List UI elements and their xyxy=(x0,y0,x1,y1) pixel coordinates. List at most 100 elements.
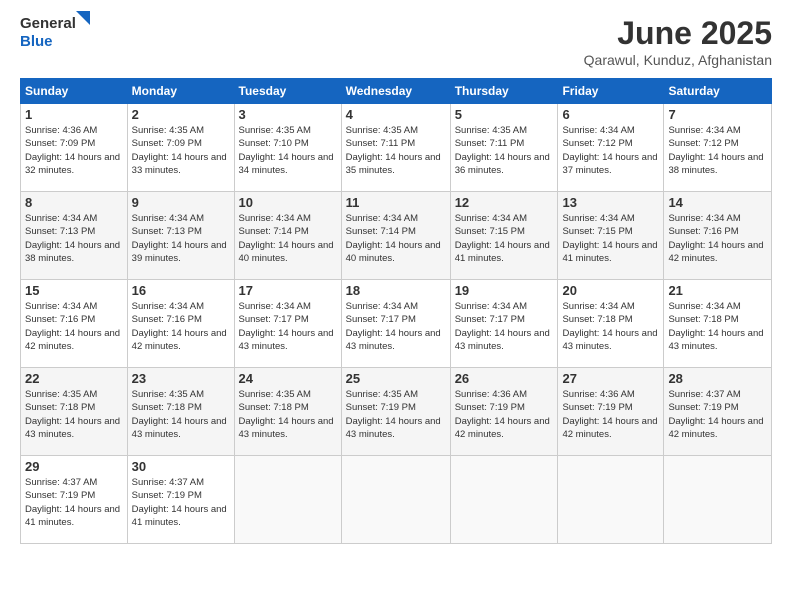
calendar-week-row: 22 Sunrise: 4:35 AM Sunset: 7:18 PM Dayl… xyxy=(21,368,772,456)
day-number: 28 xyxy=(668,371,767,386)
day-number: 24 xyxy=(239,371,337,386)
calendar-week-row: 8 Sunrise: 4:34 AM Sunset: 7:13 PM Dayli… xyxy=(21,192,772,280)
day-info: Sunrise: 4:34 AM Sunset: 7:17 PM Dayligh… xyxy=(239,300,337,353)
day-number: 4 xyxy=(346,107,446,122)
day-info: Sunrise: 4:37 AM Sunset: 7:19 PM Dayligh… xyxy=(25,476,123,529)
calendar-cell: 20 Sunrise: 4:34 AM Sunset: 7:18 PM Dayl… xyxy=(558,280,664,368)
calendar-cell: 23 Sunrise: 4:35 AM Sunset: 7:18 PM Dayl… xyxy=(127,368,234,456)
day-info: Sunrise: 4:34 AM Sunset: 7:18 PM Dayligh… xyxy=(668,300,767,353)
calendar-cell: 15 Sunrise: 4:34 AM Sunset: 7:16 PM Dayl… xyxy=(21,280,128,368)
calendar-cell: 24 Sunrise: 4:35 AM Sunset: 7:18 PM Dayl… xyxy=(234,368,341,456)
day-number: 19 xyxy=(455,283,554,298)
col-thursday: Thursday xyxy=(450,79,558,104)
calendar-cell: 21 Sunrise: 4:34 AM Sunset: 7:18 PM Dayl… xyxy=(664,280,772,368)
calendar-cell: 10 Sunrise: 4:34 AM Sunset: 7:14 PM Dayl… xyxy=(234,192,341,280)
day-number: 10 xyxy=(239,195,337,210)
calendar-cell: 11 Sunrise: 4:34 AM Sunset: 7:14 PM Dayl… xyxy=(341,192,450,280)
calendar-week-row: 29 Sunrise: 4:37 AM Sunset: 7:19 PM Dayl… xyxy=(21,456,772,544)
location: Qarawul, Kunduz, Afghanistan xyxy=(584,52,772,68)
day-info: Sunrise: 4:34 AM Sunset: 7:17 PM Dayligh… xyxy=(455,300,554,353)
day-info: Sunrise: 4:36 AM Sunset: 7:09 PM Dayligh… xyxy=(25,124,123,177)
month-title: June 2025 xyxy=(584,15,772,52)
day-number: 29 xyxy=(25,459,123,474)
logo: General Blue xyxy=(20,15,76,51)
calendar-cell: 3 Sunrise: 4:35 AM Sunset: 7:10 PM Dayli… xyxy=(234,104,341,192)
day-number: 2 xyxy=(132,107,230,122)
day-info: Sunrise: 4:36 AM Sunset: 7:19 PM Dayligh… xyxy=(562,388,659,441)
title-section: June 2025 Qarawul, Kunduz, Afghanistan xyxy=(584,15,772,68)
calendar-cell xyxy=(341,456,450,544)
day-number: 30 xyxy=(132,459,230,474)
calendar-cell xyxy=(558,456,664,544)
day-number: 17 xyxy=(239,283,337,298)
day-number: 27 xyxy=(562,371,659,386)
calendar-cell: 7 Sunrise: 4:34 AM Sunset: 7:12 PM Dayli… xyxy=(664,104,772,192)
calendar: Sunday Monday Tuesday Wednesday Thursday… xyxy=(20,78,772,544)
calendar-cell: 18 Sunrise: 4:34 AM Sunset: 7:17 PM Dayl… xyxy=(341,280,450,368)
col-saturday: Saturday xyxy=(664,79,772,104)
logo-triangle xyxy=(76,11,90,25)
day-info: Sunrise: 4:34 AM Sunset: 7:14 PM Dayligh… xyxy=(346,212,446,265)
day-info: Sunrise: 4:35 AM Sunset: 7:19 PM Dayligh… xyxy=(346,388,446,441)
calendar-cell: 9 Sunrise: 4:34 AM Sunset: 7:13 PM Dayli… xyxy=(127,192,234,280)
day-info: Sunrise: 4:37 AM Sunset: 7:19 PM Dayligh… xyxy=(668,388,767,441)
day-info: Sunrise: 4:35 AM Sunset: 7:11 PM Dayligh… xyxy=(346,124,446,177)
calendar-header-row: Sunday Monday Tuesday Wednesday Thursday… xyxy=(21,79,772,104)
day-number: 6 xyxy=(562,107,659,122)
calendar-cell: 12 Sunrise: 4:34 AM Sunset: 7:15 PM Dayl… xyxy=(450,192,558,280)
day-number: 20 xyxy=(562,283,659,298)
col-wednesday: Wednesday xyxy=(341,79,450,104)
header: General Blue June 2025 Qarawul, Kunduz, … xyxy=(20,15,772,68)
day-number: 1 xyxy=(25,107,123,122)
day-info: Sunrise: 4:34 AM Sunset: 7:16 PM Dayligh… xyxy=(132,300,230,353)
calendar-cell: 29 Sunrise: 4:37 AM Sunset: 7:19 PM Dayl… xyxy=(21,456,128,544)
calendar-cell: 8 Sunrise: 4:34 AM Sunset: 7:13 PM Dayli… xyxy=(21,192,128,280)
calendar-cell: 4 Sunrise: 4:35 AM Sunset: 7:11 PM Dayli… xyxy=(341,104,450,192)
day-info: Sunrise: 4:35 AM Sunset: 7:10 PM Dayligh… xyxy=(239,124,337,177)
day-number: 22 xyxy=(25,371,123,386)
day-info: Sunrise: 4:34 AM Sunset: 7:18 PM Dayligh… xyxy=(562,300,659,353)
calendar-cell: 25 Sunrise: 4:35 AM Sunset: 7:19 PM Dayl… xyxy=(341,368,450,456)
page: General Blue June 2025 Qarawul, Kunduz, … xyxy=(0,0,792,612)
calendar-cell xyxy=(450,456,558,544)
day-info: Sunrise: 4:35 AM Sunset: 7:09 PM Dayligh… xyxy=(132,124,230,177)
day-info: Sunrise: 4:34 AM Sunset: 7:12 PM Dayligh… xyxy=(668,124,767,177)
day-number: 21 xyxy=(668,283,767,298)
calendar-cell: 30 Sunrise: 4:37 AM Sunset: 7:19 PM Dayl… xyxy=(127,456,234,544)
col-tuesday: Tuesday xyxy=(234,79,341,104)
calendar-cell: 28 Sunrise: 4:37 AM Sunset: 7:19 PM Dayl… xyxy=(664,368,772,456)
day-info: Sunrise: 4:34 AM Sunset: 7:13 PM Dayligh… xyxy=(25,212,123,265)
col-monday: Monday xyxy=(127,79,234,104)
day-number: 14 xyxy=(668,195,767,210)
day-info: Sunrise: 4:34 AM Sunset: 7:17 PM Dayligh… xyxy=(346,300,446,353)
day-info: Sunrise: 4:34 AM Sunset: 7:12 PM Dayligh… xyxy=(562,124,659,177)
day-number: 11 xyxy=(346,195,446,210)
calendar-week-row: 1 Sunrise: 4:36 AM Sunset: 7:09 PM Dayli… xyxy=(21,104,772,192)
day-info: Sunrise: 4:36 AM Sunset: 7:19 PM Dayligh… xyxy=(455,388,554,441)
day-number: 12 xyxy=(455,195,554,210)
calendar-cell: 16 Sunrise: 4:34 AM Sunset: 7:16 PM Dayl… xyxy=(127,280,234,368)
col-sunday: Sunday xyxy=(21,79,128,104)
calendar-cell: 26 Sunrise: 4:36 AM Sunset: 7:19 PM Dayl… xyxy=(450,368,558,456)
logo-general: General xyxy=(20,15,76,32)
calendar-cell: 22 Sunrise: 4:35 AM Sunset: 7:18 PM Dayl… xyxy=(21,368,128,456)
calendar-cell: 17 Sunrise: 4:34 AM Sunset: 7:17 PM Dayl… xyxy=(234,280,341,368)
day-info: Sunrise: 4:34 AM Sunset: 7:13 PM Dayligh… xyxy=(132,212,230,265)
calendar-cell: 27 Sunrise: 4:36 AM Sunset: 7:19 PM Dayl… xyxy=(558,368,664,456)
day-number: 15 xyxy=(25,283,123,298)
calendar-cell: 6 Sunrise: 4:34 AM Sunset: 7:12 PM Dayli… xyxy=(558,104,664,192)
day-info: Sunrise: 4:34 AM Sunset: 7:14 PM Dayligh… xyxy=(239,212,337,265)
calendar-cell: 14 Sunrise: 4:34 AM Sunset: 7:16 PM Dayl… xyxy=(664,192,772,280)
calendar-cell: 2 Sunrise: 4:35 AM Sunset: 7:09 PM Dayli… xyxy=(127,104,234,192)
day-number: 7 xyxy=(668,107,767,122)
day-number: 26 xyxy=(455,371,554,386)
day-info: Sunrise: 4:35 AM Sunset: 7:18 PM Dayligh… xyxy=(25,388,123,441)
calendar-cell xyxy=(234,456,341,544)
day-number: 25 xyxy=(346,371,446,386)
calendar-cell xyxy=(664,456,772,544)
day-number: 13 xyxy=(562,195,659,210)
logo-blue: Blue xyxy=(20,33,53,50)
day-number: 23 xyxy=(132,371,230,386)
calendar-cell: 1 Sunrise: 4:36 AM Sunset: 7:09 PM Dayli… xyxy=(21,104,128,192)
day-number: 8 xyxy=(25,195,123,210)
